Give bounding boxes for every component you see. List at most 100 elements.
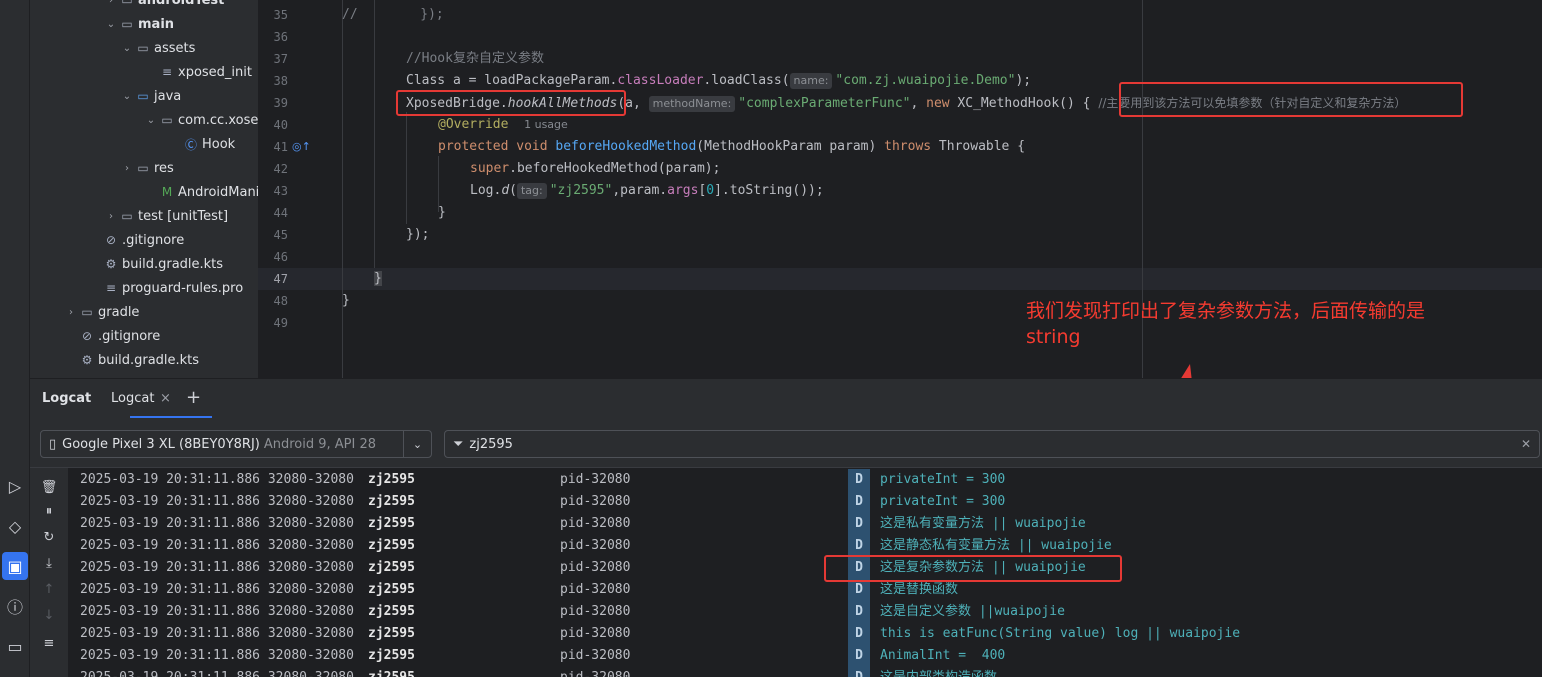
arrow-down-icon[interactable]: ↓ <box>30 604 68 626</box>
folder-icon: ▭ <box>137 41 149 55</box>
log-row[interactable]: 2025-03-19 20:31:11.886 32080-32080 zj259… <box>68 469 1542 491</box>
expand-arrow-icon[interactable]: ⌄ <box>104 19 118 30</box>
tree-item[interactable]: › ▭ res <box>120 156 174 180</box>
chevron-down-icon[interactable]: ⌄ <box>403 431 431 457</box>
tree-item[interactable]: ⌄ ▭ java <box>120 84 181 108</box>
gem-icon[interactable]: ◇ <box>0 512 30 540</box>
log-timestamp: 2025-03-19 20:31:11.886 32080-32080 <box>80 538 354 553</box>
folder-icon: ▭ <box>121 17 133 31</box>
soft-wrap-icon[interactable]: ≡ <box>30 632 68 654</box>
run-icon[interactable]: ▷ <box>0 472 30 500</box>
log-pid: pid-32080 <box>560 494 631 509</box>
tab-logcat[interactable]: Logcat <box>111 391 154 406</box>
tree-item[interactable]: Ⓒ Hook <box>168 132 235 156</box>
code-line-38: Class a = loadPackageParam.classLoader.l… <box>406 70 1031 92</box>
tree-item[interactable]: ⌄ ▭ com.cc.xosed <box>144 108 258 132</box>
tree-item[interactable]: ≡ proguard-rules.pro <box>88 276 243 300</box>
expand-arrow-icon[interactable]: › <box>104 0 118 6</box>
expand-arrow-icon[interactable]: › <box>104 211 118 222</box>
tree-item-label: java <box>154 88 182 104</box>
string-literal: "com.zj.wuaipojie.Demo" <box>835 73 1016 88</box>
expand-arrow-icon[interactable]: › <box>64 307 78 318</box>
add-tab-icon[interactable]: + <box>186 387 201 408</box>
trash-icon[interactable]: 🗑 <box>30 476 68 498</box>
clear-filter-icon[interactable]: ✕ <box>1521 437 1531 451</box>
expand-arrow-icon[interactable]: ⌄ <box>144 115 158 126</box>
log-row[interactable]: 2025-03-19 20:31:11.886 32080-32080 zj259… <box>68 601 1542 623</box>
log-message: 这是私有变量方法 || wuaipojie <box>880 516 1086 531</box>
class-icon: Ⓒ <box>184 137 197 152</box>
tree-item[interactable]: › ▭ gradle <box>64 300 139 324</box>
problems-icon[interactable]: ⓘ <box>0 592 30 620</box>
code-text: XC_MethodHook() { <box>949 96 1099 111</box>
device-name: Google Pixel 3 XL (8BEY0Y8RJ) <box>62 436 260 452</box>
indent-guide <box>342 0 343 378</box>
terminal-icon[interactable]: ▭ <box>0 632 30 660</box>
log-level-badge: D <box>848 469 870 491</box>
tree-item[interactable]: ⌄ ▭ main <box>104 12 174 36</box>
keyword: protected void <box>438 139 556 154</box>
tree-item[interactable]: ⚙ build.gradle.kts <box>64 348 199 372</box>
tree-item-label: proguard-rules.pro <box>122 280 244 296</box>
log-row[interactable]: 2025-03-19 20:31:11.886 32080-32080 zj259… <box>68 513 1542 535</box>
tree-item-label: androidTest <box>138 0 225 8</box>
log-row[interactable]: 2025-03-19 20:31:11.886 32080-32080 zj259… <box>68 579 1542 601</box>
tree-item-label: xposed_init <box>178 64 252 80</box>
logcat-filter-input[interactable]: ⏷ zj2595 ✕ <box>444 430 1540 458</box>
logcat-cat-icon[interactable]: ▣ <box>2 552 28 580</box>
param-hint: name: <box>789 73 833 89</box>
code-text: } <box>438 205 446 220</box>
log-message: this is eatFunc(String value) log || wua… <box>880 626 1241 641</box>
tree-item[interactable]: ⊘ .gitignore <box>88 228 184 252</box>
scroll-to-end-icon[interactable]: ⤓ <box>30 552 68 574</box>
tree-item[interactable]: › ▭ test [unitTest] <box>104 204 228 228</box>
expand-arrow-icon[interactable]: ⌄ <box>120 91 134 102</box>
tree-item[interactable]: ⊘ .gitignore <box>64 324 160 348</box>
phone-icon: ▯ <box>49 436 57 452</box>
expand-arrow-icon[interactable]: ⌄ <box>120 43 134 54</box>
logcat-toolbar: ▯ Google Pixel 3 XL (8BEY0Y8RJ) Android … <box>30 418 1542 468</box>
tree-item-label: main <box>138 16 175 32</box>
log-row[interactable]: 2025-03-19 20:31:11.886 32080-32080 zj259… <box>68 557 1542 579</box>
log-level-badge: D <box>848 667 870 677</box>
line-number: 41 <box>273 140 288 154</box>
arrow-up-icon[interactable]: ↑ <box>30 578 68 600</box>
line-number: 48 <box>273 294 288 308</box>
log-message: 这是替换函数 <box>880 582 959 597</box>
number-literal: 0 <box>706 183 715 198</box>
log-row[interactable]: 2025-03-19 20:31:11.886 32080-32080 zj259… <box>68 535 1542 557</box>
log-row[interactable]: 2025-03-19 20:31:11.886 32080-32080 zj259… <box>68 645 1542 667</box>
annotation-override: @Override <box>438 117 509 132</box>
line-number: 44 <box>273 206 288 220</box>
device-select[interactable]: ▯ Google Pixel 3 XL (8BEY0Y8RJ) Android … <box>40 430 432 458</box>
log-level-badge: D <box>848 513 870 535</box>
log-timestamp: 2025-03-19 20:31:11.886 32080-32080 <box>80 494 354 509</box>
expand-arrow-icon[interactable]: › <box>120 163 134 174</box>
field-ref: args <box>667 183 699 198</box>
ignore-icon: ⊘ <box>105 233 117 247</box>
restart-icon[interactable]: ↻ <box>30 526 68 548</box>
close-tab-icon[interactable]: × <box>160 391 171 406</box>
tree-item[interactable]: M AndroidManifest <box>144 180 258 204</box>
log-row[interactable]: 2025-03-19 20:31:11.886 32080-32080 zj259… <box>68 623 1542 645</box>
log-row[interactable]: 2025-03-19 20:31:11.886 32080-32080 zj259… <box>68 491 1542 513</box>
hook-comment: //Hook复杂自定义参数 <box>406 51 544 66</box>
highlight-box-comment <box>1119 82 1463 117</box>
filter-query: zj2595 <box>469 436 513 452</box>
line-comment: // <box>342 7 358 22</box>
override-gutter-icon[interactable]: ◎↑ <box>292 140 311 153</box>
log-tag: zj2595 <box>368 667 415 677</box>
tree-item[interactable]: ⌄ ▭ assets <box>120 36 196 60</box>
logcat-output[interactable]: 2025-03-19 20:31:11.886 32080-32080 zj259… <box>68 468 1542 677</box>
tree-item[interactable]: ⚙ build.gradle.kts <box>88 252 223 276</box>
log-level-badge: D <box>848 645 870 667</box>
log-row[interactable]: 2025-03-19 20:31:11.886 32080-32080 zj259… <box>68 667 1542 677</box>
log-message: 这是内部类构造函数 <box>880 667 997 677</box>
code-line-37: //Hook复杂自定义参数 <box>406 48 544 70</box>
tree-item[interactable]: ≡ xposed_init <box>144 60 252 84</box>
pause-icon[interactable]: ⏸ <box>30 500 68 522</box>
usage-hint[interactable]: 1 usage <box>524 118 568 131</box>
folder-icon: ▭ <box>81 305 93 319</box>
tree-item[interactable]: › ▭ androidTest <box>104 0 224 12</box>
log-pid: pid-32080 <box>560 648 631 663</box>
